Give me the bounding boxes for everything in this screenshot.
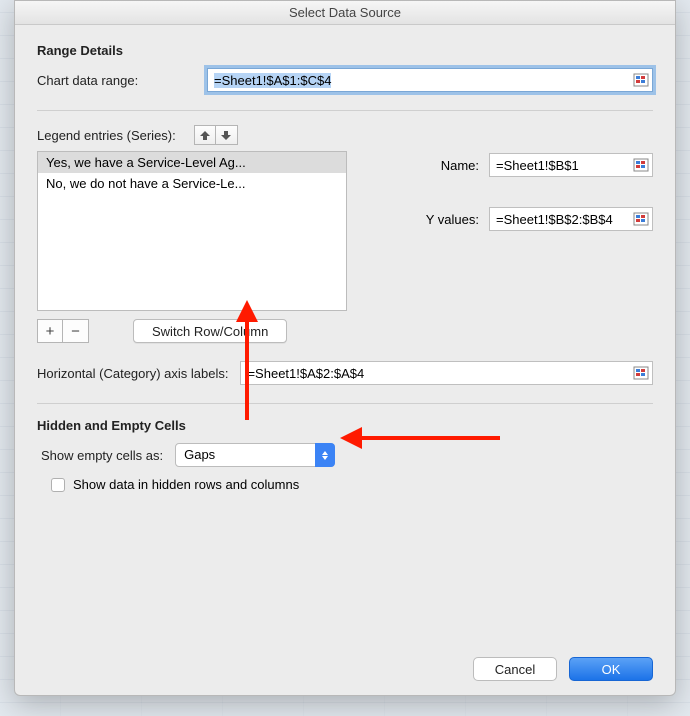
show-empty-select[interactable]: Gaps [175,443,335,467]
switch-row-column-button[interactable]: Switch Row/Column [133,319,287,343]
chart-data-range-label: Chart data range: [37,73,207,88]
move-series-up-button[interactable] [194,125,216,145]
show-hidden-checkbox[interactable] [51,478,65,492]
add-series-button[interactable]: + [37,319,63,343]
series-reorder-buttons [194,125,238,145]
list-item[interactable]: Yes, we have a Service-Level Ag... [38,152,346,173]
chart-data-range-row: Chart data range: [37,68,653,92]
divider-1 [37,110,653,111]
legend-left-column: Yes, we have a Service-Level Ag... No, w… [37,151,347,311]
ok-button[interactable]: OK [569,657,653,681]
add-remove-series-buttons: + − [37,319,89,343]
chart-data-range-input[interactable] [207,68,653,92]
series-yvalues-input-wrap [489,207,653,231]
dialog-buttons: Cancel OK [473,657,653,681]
range-picker-icon[interactable] [633,158,649,172]
chart-data-range-input-wrap [207,68,653,92]
series-name-input-wrap [489,153,653,177]
range-picker-icon[interactable] [633,366,649,380]
series-name-row: Name: [393,153,653,177]
horizontal-axis-input-wrap [240,361,653,385]
series-yvalues-input[interactable] [489,207,653,231]
show-empty-value: Gaps [175,443,335,467]
chevron-updown-icon [315,443,335,467]
series-yvalues-label: Y values: [393,212,479,227]
legend-columns: Yes, we have a Service-Level Ag... No, w… [37,151,653,311]
series-listbox[interactable]: Yes, we have a Service-Level Ag... No, w… [37,151,347,311]
show-empty-row: Show empty cells as: Gaps [37,443,653,467]
range-picker-icon[interactable] [633,73,649,87]
show-hidden-label: Show data in hidden rows and columns [73,477,299,492]
horizontal-axis-row: Horizontal (Category) axis labels: [37,361,653,385]
legend-entries-label: Legend entries (Series): [37,128,176,143]
cancel-button[interactable]: Cancel [473,657,557,681]
series-yvalues-row: Y values: [393,207,653,231]
range-details-heading: Range Details [37,43,653,58]
show-empty-label: Show empty cells as: [41,448,163,463]
below-list-controls: + − Switch Row/Column [37,319,653,343]
select-data-source-dialog: Select Data Source Range Details Chart d… [14,0,676,696]
series-name-input[interactable] [489,153,653,177]
legend-right-column: Name: [393,151,653,311]
move-series-down-button[interactable] [216,125,238,145]
dialog-content: Range Details Chart data range: L [15,25,675,506]
list-item[interactable]: No, we do not have a Service-Le... [38,173,346,194]
dialog-title: Select Data Source [15,1,675,25]
show-hidden-row: Show data in hidden rows and columns [51,477,653,492]
legend-entries-header: Legend entries (Series): [37,125,653,145]
hidden-empty-heading: Hidden and Empty Cells [37,418,653,433]
series-name-label: Name: [393,158,479,173]
remove-series-button[interactable]: − [63,319,89,343]
divider-2 [37,403,653,404]
horizontal-axis-label: Horizontal (Category) axis labels: [37,366,228,381]
horizontal-axis-input[interactable] [240,361,653,385]
range-picker-icon[interactable] [633,212,649,226]
